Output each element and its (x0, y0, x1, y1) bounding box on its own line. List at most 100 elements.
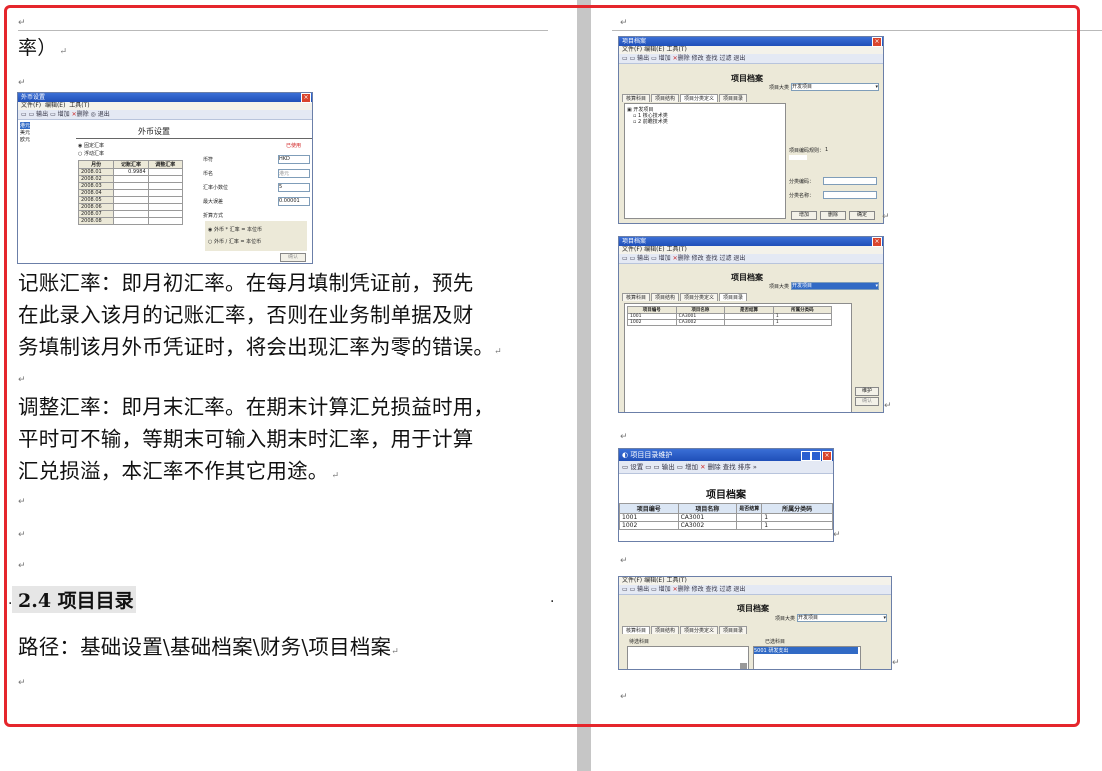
archive-title: 项目档案 (737, 604, 769, 613)
menu-tools[interactable]: 工具(T) (666, 246, 686, 253)
paragraph-booking-rate: 记账汇率：即月初汇率。在每月填制凭证前，预先 在此录入该月的记账汇率，否则在业务… (18, 271, 502, 359)
tab-catalog[interactable]: 项目目录 (719, 626, 748, 634)
table-row[interactable]: 2008.03 (77, 182, 184, 190)
menu-edit[interactable]: 编辑(E) (45, 102, 65, 109)
field-label: 汇率小数位 (203, 185, 229, 191)
section-heading: 2.4 项目目录 (12, 586, 136, 613)
category-label: 项目大类 (775, 616, 796, 622)
add-button[interactable]: 增加 (58, 111, 70, 118)
toolbar: ▭ ▭ 输出 ▭ 增加 ✕删除 修改 查找 过滤 退出 (619, 254, 883, 264)
exit-button[interactable]: 退出 (98, 111, 110, 118)
menubar: 文件(F) 编辑(E) 工具(T) (619, 46, 883, 54)
close-icon[interactable]: × (822, 451, 832, 461)
catalog-grid: 项目编号 项目名称 是否结算 所属分类码 1001 CA3001 1 1002 CA3002… (619, 503, 833, 530)
radio-fixed[interactable]: ◉ 固定汇率 (78, 142, 104, 149)
selected-list-label: 已选科目 (765, 639, 786, 645)
category-select[interactable]: 开发项目 ▾ (791, 282, 879, 290)
delete-button[interactable]: 删除 (820, 211, 846, 220)
list-item[interactable]: 5001 研发支出 (754, 647, 858, 654)
class-tree[interactable]: ▣ 开发项目 ▫ 1 核心技术类 ▫ 2 前瞻技术类 (624, 103, 786, 219)
toolbar: ▭ ▭ 输出 ▭ 增加 ✕删除 修改 查找 过滤 退出 (619, 54, 883, 64)
field-label: 币符 (203, 157, 214, 163)
method-multiply-radio[interactable]: ◉ 外币 * 汇率 = 本位币 (208, 226, 262, 233)
table-row[interactable]: 2008.02 (77, 175, 184, 183)
class-code-field[interactable] (823, 177, 877, 185)
header-rule-right (612, 30, 1102, 31)
max-error-field[interactable]: 0.00001 (278, 197, 310, 206)
currency-item[interactable]: 欧元 (20, 136, 30, 143)
selected-accounts-list[interactable]: 5001 研发支出 (753, 646, 861, 669)
paragraph-mark: ↵ (620, 692, 628, 702)
menu-edit[interactable]: 编辑(E) (644, 246, 664, 253)
class-code-label: 分类编码： (789, 179, 815, 185)
tab-structure[interactable]: 项目结构 (651, 293, 680, 301)
tab-class-def[interactable]: 项目分类定义 (680, 94, 719, 102)
window-titlebar: 项目档案 × (619, 37, 883, 47)
output-button[interactable]: 输出 (36, 111, 48, 118)
table-row[interactable]: 2008.06 (77, 203, 184, 211)
table-row[interactable]: 1002 CA3002 1 (619, 521, 833, 530)
confirm-button[interactable]: 确认 (280, 253, 306, 262)
delete-button[interactable]: 删除 (77, 111, 89, 118)
table-row[interactable]: 2008.08 (77, 217, 184, 225)
tab-catalog[interactable]: 项目目录 (719, 293, 748, 301)
confirm-button[interactable]: 确认 (855, 397, 879, 406)
tab-accounts[interactable]: 核算科目 (622, 626, 651, 634)
tab-class-def[interactable]: 项目分类定义 (680, 293, 719, 301)
paragraph-mark: ↵ (18, 18, 26, 28)
tab-catalog[interactable]: 项目目录 (719, 94, 748, 102)
tab-class-def[interactable]: 项目分类定义 (680, 626, 719, 634)
ok-button[interactable]: 确定 (849, 211, 875, 220)
class-name-field[interactable] (823, 191, 877, 199)
close-icon[interactable]: × (301, 93, 311, 103)
currency-item[interactable]: 美元 (20, 129, 30, 136)
menu-file[interactable]: 文件(F) (21, 102, 41, 109)
tree-node[interactable]: ▫ 2 前瞻技术类 (633, 118, 668, 125)
close-icon[interactable]: × (872, 237, 882, 247)
status-badge: 已使用 (286, 143, 302, 149)
code-rule-value: 1 (825, 147, 829, 153)
table-row[interactable]: 2008.04 (77, 189, 184, 197)
tab-strip: 核算科目 项目结构 项目分类定义 项目目录 (622, 293, 748, 301)
menu-tools[interactable]: 工具(T) (666, 46, 686, 53)
table-row[interactable]: 2008.07 (77, 210, 184, 218)
category-select[interactable]: 开发项目 ▾ (791, 83, 879, 91)
fx-menubar: 文件(F) 编辑(E) 工具(T) (18, 102, 312, 110)
available-accounts-list[interactable] (627, 646, 749, 669)
currency-item[interactable]: 港元 (20, 122, 31, 129)
decimal-field[interactable]: 5 (278, 183, 310, 192)
currency-name-field[interactable]: 港元 (278, 169, 310, 178)
menu-tools[interactable]: 工具(T) (69, 102, 89, 109)
fx-toolbar: ▭ ▭ 输出 ▭ 增加 ✕删除 ◎ 退出 (18, 110, 312, 120)
category-label: 项目大类 (769, 284, 790, 290)
tab-accounts[interactable]: 核算科目 (622, 293, 651, 301)
table-row[interactable]: 2008.05 (77, 196, 184, 204)
tab-structure[interactable]: 项目结构 (651, 626, 680, 634)
fx-settings-window: 外币设置 × 文件(F) 编辑(E) 工具(T) ▭ ▭ 输出 ▭ 增加 ✕删除 … (17, 92, 313, 264)
maintain-button[interactable]: 维护 (855, 387, 879, 396)
window-titlebar: 项目档案 × (619, 237, 883, 247)
tab-structure[interactable]: 项目结构 (651, 94, 680, 102)
close-icon[interactable]: × (872, 37, 882, 47)
rate-grid: 月份 记账汇率 调整汇率 2008.01 0.9984 2008.02 2008.03… (77, 160, 184, 225)
paragraph-mark: ↵ (892, 658, 900, 668)
category-select[interactable]: 开发项目 ▾ (797, 614, 887, 622)
menu-file[interactable]: 文件(F) (622, 577, 642, 584)
menu-file[interactable]: 文件(F) (622, 46, 642, 53)
table-row[interactable]: 2008.01 0.9984 (77, 168, 184, 176)
table-row[interactable]: 1002 CA3002 1 (627, 319, 833, 326)
fx-header-title: 外币设置 (138, 127, 170, 136)
menu-edit[interactable]: 编辑(E) (644, 577, 664, 584)
menu-edit[interactable]: 编辑(E) (644, 46, 664, 53)
menu-file[interactable]: 文件(F) (622, 246, 642, 253)
paragraph-mark: ↵ (18, 678, 26, 688)
menu-tools[interactable]: 工具(T) (666, 577, 686, 584)
currency-code-field[interactable]: HKD (278, 155, 310, 164)
method-divide-radio[interactable]: ○ 外币 / 汇率 = 本位币 (208, 238, 261, 245)
radio-float[interactable]: ○ 浮动汇率 (78, 150, 104, 157)
paragraph-mark: ↵ (18, 530, 26, 540)
table-row[interactable]: 1001 CA3001 1 (619, 513, 833, 522)
add-button[interactable]: 增加 (791, 211, 817, 220)
tab-accounts[interactable]: 核算科目 (622, 94, 651, 102)
tab-strip: 核算科目 项目结构 项目分类定义 项目目录 (622, 626, 748, 634)
